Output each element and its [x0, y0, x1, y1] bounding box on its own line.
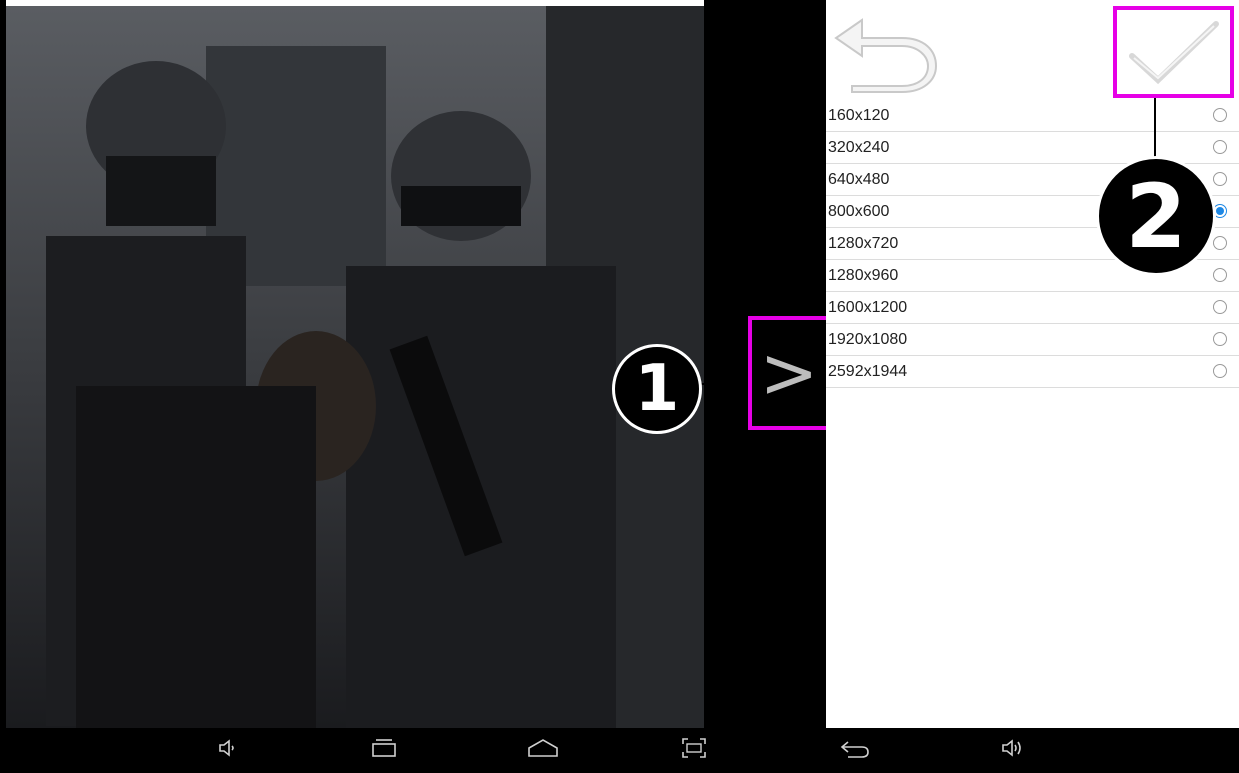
resolution-radio[interactable]: [1213, 364, 1227, 378]
resolution-radio[interactable]: [1213, 108, 1227, 122]
check-icon: [1128, 21, 1219, 85]
resolution-label: 160x120: [828, 106, 890, 124]
resolution-label: 2592x1944: [828, 362, 908, 380]
preview-image: [6, 6, 704, 728]
resolution-radio[interactable]: [1213, 300, 1227, 314]
resolution-label: 1920x1080: [828, 330, 908, 348]
resolution-radio[interactable]: [1213, 140, 1227, 154]
system-nav-bar: [0, 728, 1239, 773]
resolution-item[interactable]: 1920x1080: [826, 324, 1239, 356]
resolution-radio[interactable]: [1213, 268, 1227, 282]
resolution-label: 1280x960: [828, 266, 899, 284]
camera-preview: [6, 6, 704, 728]
volume-up-icon[interactable]: [1000, 736, 1028, 768]
resolution-item[interactable]: 1600x1200: [826, 292, 1239, 324]
callout-1-leader: [700, 383, 748, 385]
resolution-item[interactable]: 2592x1944: [826, 356, 1239, 388]
callout-2-leader: [1154, 98, 1156, 158]
toggle-panel-button[interactable]: >: [748, 316, 830, 430]
resolution-label: 320x240: [828, 138, 890, 156]
volume-down-icon[interactable]: [216, 736, 240, 768]
callout-2: 2: [1096, 156, 1216, 276]
back-arrow-icon: [834, 18, 938, 93]
resolution-label: 1280x720: [828, 234, 899, 252]
back-button[interactable]: [832, 8, 942, 94]
resolution-item[interactable]: 160x120: [826, 100, 1239, 132]
resolution-label: 800x600: [828, 202, 890, 220]
recent-apps-icon[interactable]: [370, 736, 398, 768]
screenshot-icon[interactable]: [680, 736, 708, 768]
callout-1: 1: [612, 344, 702, 434]
resolution-label: 640x480: [828, 170, 890, 188]
chevron-right-icon: >: [759, 332, 819, 414]
confirm-button[interactable]: [1113, 6, 1234, 98]
home-icon[interactable]: [526, 736, 560, 768]
back-icon[interactable]: [838, 736, 872, 768]
resolution-label: 1600x1200: [828, 298, 908, 316]
resolution-radio[interactable]: [1213, 332, 1227, 346]
resolution-radio[interactable]: [1213, 236, 1227, 250]
resolution-radio[interactable]: [1213, 172, 1227, 186]
